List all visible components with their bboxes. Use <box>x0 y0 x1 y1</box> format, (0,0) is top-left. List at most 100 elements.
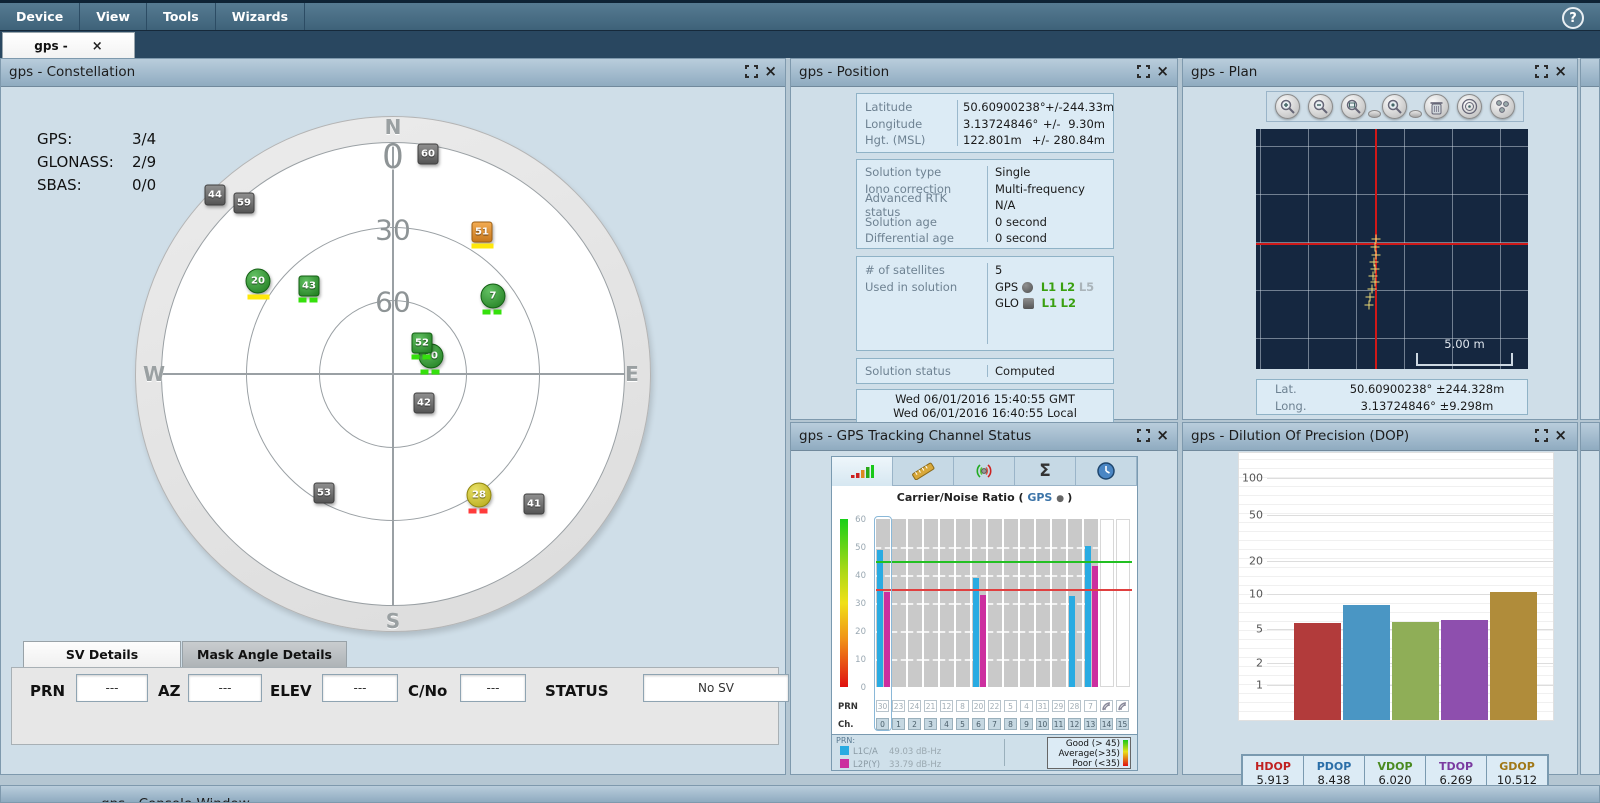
dop-bar-vdop <box>1392 622 1439 720</box>
tracking-legend: PRN: L1C/A49.03 dB-HzL2P(Y)33.79 dB-Hz G… <box>832 734 1137 770</box>
satellite-53[interactable]: 53 <box>314 483 335 504</box>
satellite-41[interactable]: 41 <box>524 494 545 515</box>
panel-title: gps - Dilution Of Precision (DOP) <box>1191 428 1409 444</box>
signal-underline <box>247 295 269 300</box>
prn-box: 8 <box>956 700 969 712</box>
pan-button[interactable] <box>1382 94 1407 119</box>
tracking-tab-clock[interactable] <box>1076 457 1137 486</box>
menu-item-view[interactable]: View <box>80 3 147 30</box>
satellite-43[interactable]: 43 <box>299 276 320 297</box>
expand-icon[interactable] <box>1535 429 1548 442</box>
constellation-body: N E S W 030606044595120437305242532841 G… <box>1 87 785 774</box>
tab-label: gps - <box>34 39 67 53</box>
ch-box: 4 <box>940 718 953 730</box>
system-label: GPS <box>1027 491 1052 504</box>
tab-gps[interactable]: gps - × <box>2 32 135 59</box>
expand-icon[interactable] <box>745 65 758 78</box>
legend-value: 3/4 <box>132 130 156 148</box>
legend-header: PRN: <box>836 736 855 745</box>
ch-box: 12 <box>1068 718 1081 730</box>
glo-signals: GLO L1 L2 <box>983 296 1076 310</box>
legend-value: 0/0 <box>132 176 156 194</box>
ch-box: 14 <box>1100 718 1113 730</box>
tracking-tab-bars[interactable] <box>832 457 893 486</box>
tab-mask-angle-details[interactable]: Mask Angle Details <box>182 641 347 667</box>
close-icon[interactable]: × <box>1156 429 1169 442</box>
y-tick: 5 <box>1239 623 1263 636</box>
satellites-button[interactable] <box>1490 94 1515 119</box>
zoom-out-button[interactable] <box>1308 94 1333 119</box>
satellite-42[interactable]: 42 <box>414 393 435 414</box>
menu-item-device[interactable]: Device <box>0 3 80 30</box>
tracking-tab-signal[interactable] <box>954 457 1015 486</box>
channel-slot <box>988 519 1002 687</box>
plan-toolbar <box>1266 91 1524 122</box>
legend-item: L1C/A49.03 dB-Hz <box>840 746 941 759</box>
position-body: Latitude50.60900238°+/-244.33mLongitude3… <box>791 87 1177 419</box>
application-window: DeviceViewToolsWizards ? gps - × gps - C… <box>0 0 1600 803</box>
satellite-7[interactable]: 7 <box>481 284 506 309</box>
ch-row-label: Ch. <box>838 720 854 730</box>
prn-box: 31 <box>1036 700 1049 712</box>
channel-slot <box>1036 519 1050 687</box>
compass-north: N <box>385 115 402 139</box>
zoom-in-button[interactable] <box>1275 94 1300 119</box>
y-tick: 50 <box>1239 509 1263 522</box>
close-icon[interactable]: × <box>764 65 777 78</box>
solution-info-box: Solution typeSingleIono correctionMulti-… <box>856 159 1114 249</box>
l2-bar <box>884 592 890 687</box>
satellite-59[interactable]: 59 <box>234 193 255 214</box>
close-icon[interactable]: × <box>1554 429 1567 442</box>
menu-item-tools[interactable]: Tools <box>147 3 216 30</box>
prn-field[interactable]: --- <box>76 674 148 702</box>
menu-item-wizards[interactable]: Wizards <box>216 3 305 30</box>
satellite-51[interactable]: 51 <box>472 222 493 243</box>
satellite-52[interactable]: 52 <box>412 333 433 354</box>
prn-box: 29 <box>1052 700 1065 712</box>
info-row: Differential age0 second <box>857 230 1113 247</box>
tracking-tab-sigma[interactable]: Σ <box>1015 457 1076 486</box>
elevation-label-60: 60 <box>375 286 411 319</box>
channel-slot <box>1004 519 1018 687</box>
az-field[interactable]: --- <box>188 674 262 702</box>
satellite-44[interactable]: 44 <box>205 185 226 206</box>
center-button[interactable] <box>1457 94 1482 119</box>
satellite-20[interactable]: 20 <box>246 269 271 294</box>
status-field[interactable]: No SV <box>643 674 789 702</box>
expand-icon[interactable] <box>1137 65 1150 78</box>
ch-box: 0 <box>876 718 889 730</box>
expand-icon[interactable] <box>1137 429 1150 442</box>
close-icon[interactable]: × <box>1156 65 1169 78</box>
tab-sv-details[interactable]: SV Details <box>23 641 181 667</box>
cno-field[interactable]: --- <box>460 674 526 702</box>
compass-west: W <box>143 362 165 386</box>
gps-signals: GPS L1 L2 L5 <box>983 280 1094 294</box>
plan-plot[interactable]: 5.00 m <box>1256 129 1528 369</box>
signal-quality-legend: Good (> 45)Average(>35)Poor (<35) <box>1047 737 1131 769</box>
panel-title: gps - Constellation <box>9 64 135 80</box>
tab-bar: gps - × <box>0 30 1600 58</box>
console-title: gps - Console Window <box>1 786 1599 803</box>
expand-icon[interactable] <box>1535 65 1548 78</box>
panel-position-header: gps - Position × <box>791 59 1177 87</box>
legend-label: SBAS: <box>37 176 132 194</box>
num-satellites-label: # of satellites <box>857 263 983 277</box>
sv-details-box: PRN --- AZ --- ELEV --- C/No --- STATUS … <box>11 667 779 745</box>
cn0-chart-title: Carrier/Noise Ratio ( GPS ● ) <box>832 491 1137 504</box>
satellite-28[interactable]: 28 <box>467 483 492 508</box>
tab-close-icon[interactable]: × <box>92 39 103 54</box>
track-point <box>1365 301 1374 310</box>
close-icon[interactable]: × <box>1554 65 1567 78</box>
prn-box: 30 <box>876 700 889 712</box>
tracking-widget: Σ Carrier/Noise Ratio ( GPS ● ) PRN Ch. … <box>831 456 1138 771</box>
help-icon[interactable]: ? <box>1562 7 1584 29</box>
trash-button[interactable] <box>1424 94 1449 119</box>
tracking-tab-ruler[interactable] <box>893 457 954 486</box>
elev-field[interactable]: --- <box>322 674 398 702</box>
satellite-60[interactable]: 60 <box>418 144 439 165</box>
channel-slot <box>1084 519 1098 687</box>
cno-label: C/No <box>408 682 447 700</box>
panel-dop: gps - Dilution Of Precision (DOP) × 1251… <box>1182 422 1578 775</box>
zoom-window-button[interactable] <box>1341 94 1366 119</box>
l1-bar <box>877 550 883 687</box>
